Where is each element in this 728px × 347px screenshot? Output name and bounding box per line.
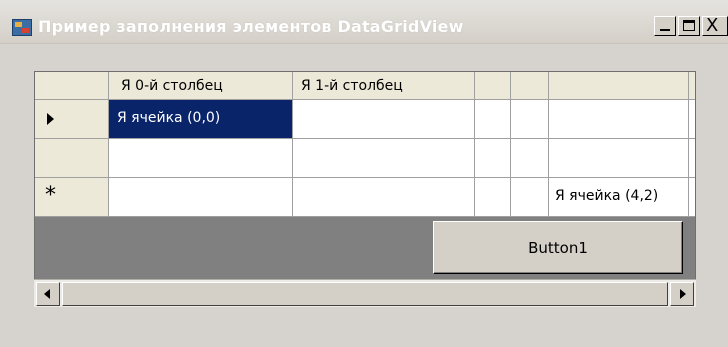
close-button[interactable]: X bbox=[702, 16, 728, 36]
column-header-overflow bbox=[689, 72, 695, 100]
column-header-3[interactable] bbox=[511, 72, 549, 100]
column-header-1[interactable]: Я 1-й столбец bbox=[293, 72, 475, 100]
cell-2-4[interactable]: Я ячейка (4,2) bbox=[549, 178, 689, 217]
window-title: Пример заполнения элементов DataGridView bbox=[38, 17, 464, 36]
row-header-1[interactable] bbox=[35, 139, 109, 178]
scroll-left-button[interactable] bbox=[36, 282, 60, 306]
cell-2-1[interactable] bbox=[293, 178, 475, 217]
minimize-button[interactable] bbox=[654, 16, 676, 36]
scrollbar-thumb[interactable] bbox=[62, 282, 668, 306]
scroll-right-icon bbox=[680, 289, 686, 299]
minimize-icon bbox=[660, 29, 670, 31]
current-row-arrow-icon bbox=[47, 113, 54, 125]
cell-1-4[interactable] bbox=[549, 139, 689, 178]
cell-1-1[interactable] bbox=[293, 139, 475, 178]
grid-corner-header[interactable] bbox=[35, 72, 109, 100]
button1[interactable]: Button1 bbox=[433, 221, 683, 274]
maximize-icon bbox=[683, 20, 695, 31]
row-header-new[interactable]: * bbox=[35, 178, 109, 217]
column-header-2[interactable] bbox=[475, 72, 511, 100]
column-header-0[interactable]: Я 0-й столбец bbox=[109, 72, 293, 100]
cell-0-0[interactable]: Я ячейка (0,0) bbox=[109, 100, 293, 139]
cell-0-4[interactable] bbox=[549, 100, 689, 139]
title-bar[interactable]: Пример заполнения элементов DataGridView… bbox=[0, 0, 728, 44]
scroll-left-icon bbox=[44, 289, 50, 299]
row-header-0[interactable] bbox=[35, 100, 109, 139]
new-row-icon: * bbox=[45, 183, 56, 208]
cell-1-overflow bbox=[689, 139, 695, 178]
application-icon bbox=[12, 19, 32, 36]
close-icon: X bbox=[706, 15, 719, 36]
cell-0-2[interactable] bbox=[475, 100, 511, 139]
cell-0-1[interactable] bbox=[293, 100, 475, 139]
cell-2-overflow bbox=[689, 178, 695, 217]
cell-2-2[interactable] bbox=[475, 178, 511, 217]
cell-2-3[interactable] bbox=[511, 178, 549, 217]
horizontal-scrollbar[interactable] bbox=[34, 279, 696, 307]
scroll-right-button[interactable] bbox=[670, 282, 694, 306]
cell-1-0[interactable] bbox=[109, 139, 293, 178]
cell-1-3[interactable] bbox=[511, 139, 549, 178]
column-header-4[interactable] bbox=[549, 72, 689, 100]
cell-1-2[interactable] bbox=[475, 139, 511, 178]
cell-0-3[interactable] bbox=[511, 100, 549, 139]
maximize-button[interactable] bbox=[678, 16, 700, 36]
cell-2-0[interactable] bbox=[109, 178, 293, 217]
cell-0-overflow bbox=[689, 100, 695, 139]
